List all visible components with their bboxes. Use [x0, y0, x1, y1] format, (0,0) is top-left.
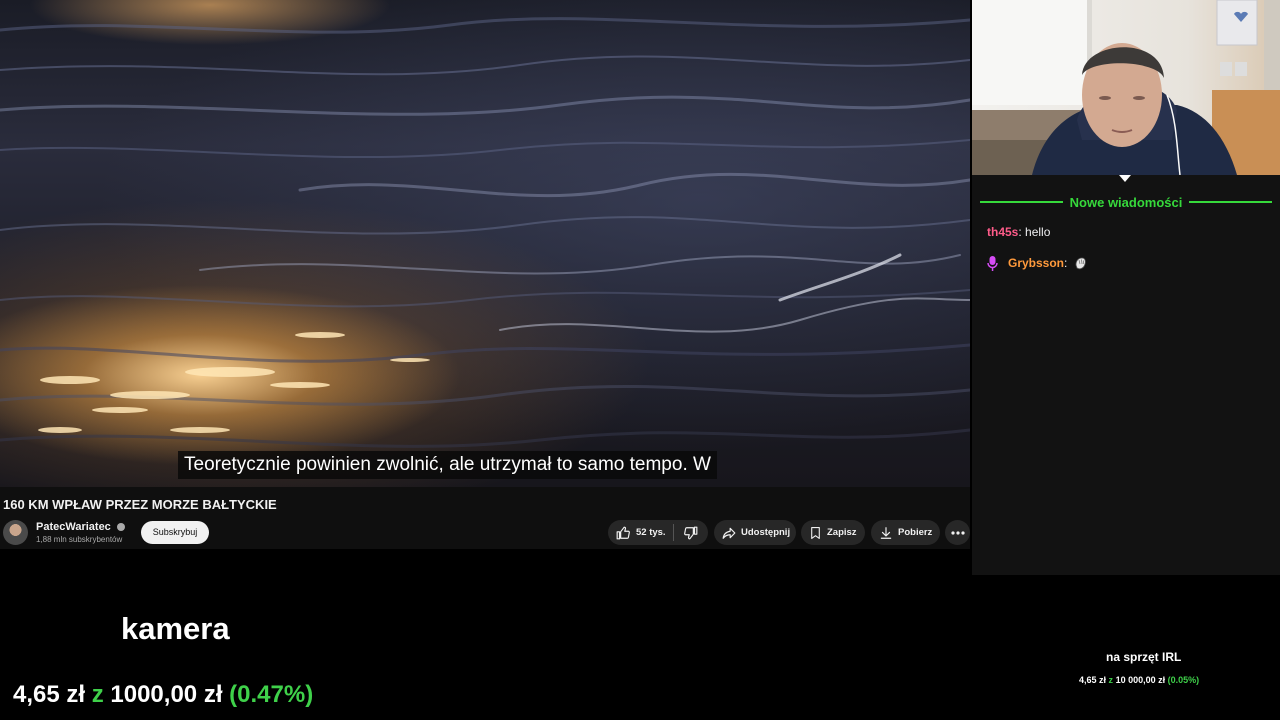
- goal-separator: z: [1108, 675, 1114, 685]
- share-arrow-icon: [722, 527, 736, 539]
- more-actions-button[interactable]: [945, 520, 970, 545]
- chat-colon: :: [1064, 256, 1068, 270]
- chat-colon: :: [1018, 225, 1026, 239]
- microphone-badge-icon: [987, 255, 998, 271]
- chat-username[interactable]: th45s: [987, 225, 1018, 239]
- subscribe-button[interactable]: Subskrybuj: [141, 521, 209, 544]
- channel-avatar[interactable]: [3, 520, 28, 545]
- webcam-feed: [972, 0, 1280, 175]
- bookmark-icon: [811, 526, 820, 539]
- goal-target-amount: 1000,00 zł: [110, 681, 223, 708]
- like-button[interactable]: 52 tys.: [608, 524, 674, 541]
- chat-message: Grybsson :: [987, 255, 1089, 271]
- save-label: Zapisz: [827, 527, 857, 538]
- download-label: Pobierz: [898, 527, 933, 538]
- video-player[interactable]: Teoretycznie powinien zwolnić, ale utrzy…: [0, 0, 970, 487]
- scroll-down-arrow-icon[interactable]: [1119, 175, 1131, 182]
- cartoon-hand-emote-icon: [1075, 257, 1087, 270]
- sea-waves-image: [0, 17, 970, 448]
- goal-current-amount: 4,65 zł: [13, 681, 86, 708]
- new-messages-label: Nowe wiadomości: [1069, 194, 1183, 210]
- share-button[interactable]: Udostępnij: [714, 520, 796, 545]
- secondary-goal-progress: 4,65 zł z 10 000,00 zł (0.05%): [1079, 675, 1199, 685]
- goal-current-amount: 4,65 zł: [1079, 675, 1107, 685]
- new-messages-divider: Nowe wiadomości: [980, 194, 1273, 210]
- goal-percent: (0.47%): [229, 681, 314, 708]
- save-button[interactable]: Zapisz: [801, 520, 865, 545]
- thumbs-down-icon: [683, 526, 697, 539]
- donation-goal-title: kamera: [121, 611, 230, 646]
- goal-separator: z: [91, 681, 104, 708]
- download-icon: [880, 526, 892, 539]
- subscriber-count: 1,88 mln subskrybentów: [36, 535, 123, 544]
- more-dots-icon: [950, 530, 965, 535]
- like-count: 52 tys.: [636, 527, 666, 538]
- chat-text: hello: [1025, 225, 1051, 239]
- chat-message: th45s : hello: [987, 225, 1050, 239]
- chat-panel: Nowe wiadomości th45s : hello Grybsson :: [972, 175, 1280, 575]
- like-dislike-group: 52 tys.: [608, 520, 708, 545]
- goal-percent: (0.05%): [1167, 675, 1200, 685]
- video-title: 160 KM WPŁAW PRZEZ MORZE BAŁTYCKIE: [3, 497, 277, 512]
- share-label: Udostępnij: [741, 527, 791, 538]
- chat-username[interactable]: Grybsson: [1008, 256, 1064, 270]
- verified-icon: [116, 523, 125, 532]
- secondary-goal-title: na sprzęt IRL: [1106, 650, 1182, 664]
- divider-line-left: [980, 201, 1063, 203]
- streamer-webcam-image: [972, 0, 1280, 175]
- donation-goal-progress: 4,65 zł z 1000,00 zł (0.47%): [13, 681, 313, 709]
- download-button[interactable]: Pobierz: [871, 520, 940, 545]
- divider-line-right: [1189, 201, 1273, 203]
- dislike-button[interactable]: [674, 526, 707, 540]
- channel-name-row[interactable]: PatecWariatec: [36, 521, 125, 533]
- video-subtitle: Teoretycznie powinien zwolnić, ale utrzy…: [178, 451, 717, 479]
- video-info-bar: 160 KM WPŁAW PRZEZ MORZE BAŁTYCKIE Patec…: [0, 487, 970, 549]
- thumbs-up-icon: [616, 526, 630, 539]
- channel-name[interactable]: PatecWariatec: [36, 521, 111, 533]
- goal-target-amount: 10 000,00 zł: [1115, 675, 1166, 685]
